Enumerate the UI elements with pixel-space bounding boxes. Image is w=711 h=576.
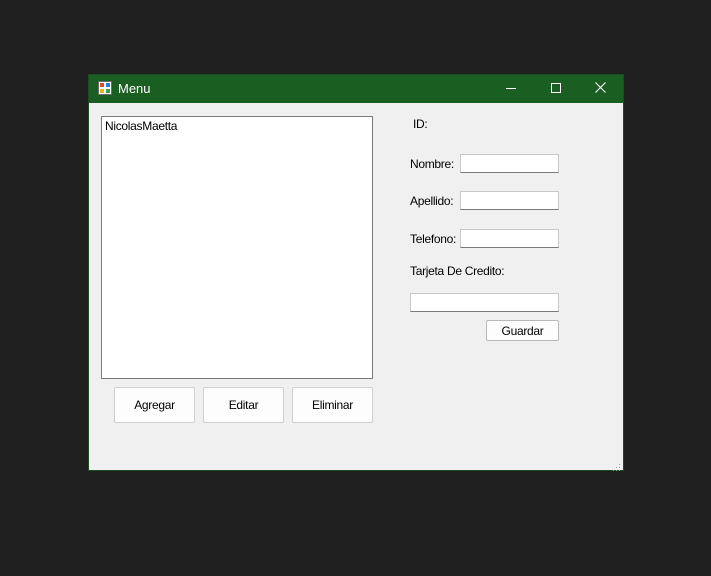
- apellido-field[interactable]: [460, 191, 559, 210]
- maximize-button[interactable]: [533, 75, 578, 103]
- menu-window: Menu NicolasMaetta Agregar Editar Elimin…: [89, 75, 623, 471]
- telefono-field[interactable]: [460, 229, 559, 248]
- title-bar[interactable]: Menu: [89, 75, 623, 103]
- telefono-label: Telefono:: [410, 232, 457, 246]
- apellido-label: Apellido:: [410, 194, 454, 208]
- nombre-label: Nombre:: [410, 157, 454, 171]
- eliminar-button[interactable]: Eliminar: [292, 387, 373, 423]
- minimize-button[interactable]: [488, 75, 533, 103]
- guardar-button[interactable]: Guardar: [486, 320, 559, 341]
- tarjeta-credito-label: Tarjeta De Credito:: [410, 264, 505, 278]
- editar-button[interactable]: Editar: [203, 387, 284, 423]
- app-form-icon: [98, 81, 112, 95]
- tarjeta-credito-field[interactable]: [410, 293, 559, 312]
- close-button[interactable]: [578, 75, 623, 103]
- list-item[interactable]: NicolasMaetta: [105, 119, 177, 133]
- window-title: Menu: [118, 81, 151, 96]
- nombre-field[interactable]: [460, 154, 559, 173]
- clients-listbox[interactable]: NicolasMaetta: [101, 116, 373, 379]
- close-icon: [595, 80, 606, 98]
- id-label: ID:: [413, 117, 428, 131]
- agregar-button[interactable]: Agregar: [114, 387, 195, 423]
- resize-grip-icon[interactable]: [612, 459, 621, 471]
- minimize-icon: [505, 80, 516, 98]
- maximize-icon: [550, 80, 561, 98]
